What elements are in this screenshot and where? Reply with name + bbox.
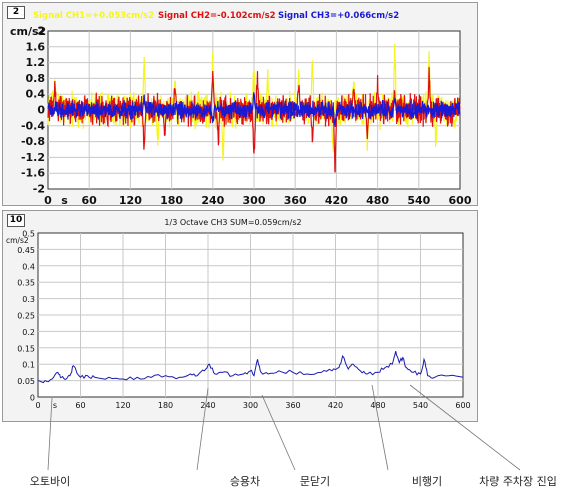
- x-tick-label: 0: [35, 401, 40, 410]
- y-tick-label: 0.4: [26, 88, 46, 101]
- legend-label-1: Signal CH1=+0.053cm/s2: [33, 11, 154, 21]
- y-tick-label: 0: [30, 394, 35, 403]
- x-tick-label: 300: [243, 194, 266, 207]
- y-tick-label: 0.35: [17, 279, 35, 288]
- x-axis-unit: s: [53, 401, 57, 410]
- x-tick-label: 60: [75, 401, 85, 410]
- x-tick-label: 420: [328, 401, 343, 410]
- x-tick-label: 540: [413, 401, 428, 410]
- x-tick-label: 180: [158, 401, 173, 410]
- y-tick-label: 0.4: [22, 262, 35, 271]
- y-tick-label: 0.8: [26, 72, 46, 85]
- y-tick-label: 0: [37, 104, 45, 117]
- y-tick-label: 0.25: [17, 312, 35, 321]
- x-tick-label: 300: [243, 401, 258, 410]
- x-tick-label: 480: [370, 401, 385, 410]
- x-tick-label: 540: [407, 194, 430, 207]
- chart-title: 1/3 Octave CH3 SUM=0.059cm/s2: [164, 218, 301, 227]
- x-tick-label: 240: [201, 194, 224, 207]
- y-tick-label: 0.3: [22, 295, 35, 304]
- callout-label: 오토바이: [29, 475, 71, 488]
- callout-label: 승용차: [229, 475, 261, 488]
- y-tick-label: 0.15: [17, 344, 35, 353]
- x-tick-label: 360: [285, 401, 300, 410]
- callout-label: 차량 주차장 진입: [479, 475, 557, 488]
- legend-label-2: Signal CH2=-0.102cm/s2: [158, 11, 276, 21]
- y-tick-label: 0.1: [22, 361, 35, 370]
- x-axis-unit: s: [61, 194, 68, 207]
- y-tick-label: -1.2: [21, 151, 45, 164]
- y-tick-label: 0.45: [17, 246, 35, 255]
- x-tick-label: 240: [200, 401, 215, 410]
- x-tick-label: 420: [325, 194, 348, 207]
- octave-panel: 10 0 60 120 180 240 300 360 420 480 540 600 0.5 0.45…: [2, 210, 478, 422]
- callout-label: 문닫기: [299, 475, 331, 488]
- legend-label-3: Signal CH3=+0.066cm/s2: [278, 11, 399, 21]
- y-tick-label: -0.4: [21, 119, 45, 132]
- y-tick-label: -0.8: [21, 135, 45, 148]
- x-tick-label: 0: [44, 194, 52, 207]
- y-tick-label: 1.6: [26, 40, 46, 53]
- time-signal-panel: 2 0 60 120 180 240 300 360 420 480 540 600 2 1.6 1.2 0…: [2, 2, 478, 207]
- x-tick-label: 60: [82, 194, 98, 207]
- y-tick-label: -2: [33, 183, 45, 196]
- octave-chart: 0 60 120 180 240 300 360 420 480 540 6000.50.450.4…: [6, 218, 471, 410]
- x-tick-label: 600: [455, 401, 470, 410]
- y-tick-label: 0.05: [17, 377, 35, 386]
- x-tick-label: 600: [449, 194, 472, 207]
- time-signal-chart: 0 60 120 180 240 300 360 420 480 540 60021.61.20.8…: [10, 11, 472, 207]
- y-tick-label: 0.2: [22, 328, 35, 337]
- x-tick-label: 480: [366, 194, 389, 207]
- x-tick-label: 120: [119, 194, 142, 207]
- y-axis-unit: cm/s2: [6, 236, 29, 245]
- y-tick-label: 1.2: [26, 56, 46, 69]
- x-tick-label: 360: [284, 194, 307, 207]
- y-tick-label: -1.6: [21, 167, 45, 180]
- x-tick-label: 180: [160, 194, 183, 207]
- x-tick-label: 120: [115, 401, 130, 410]
- y-axis-unit: cm/s2: [10, 25, 46, 38]
- callout-label: 비행기: [411, 475, 443, 488]
